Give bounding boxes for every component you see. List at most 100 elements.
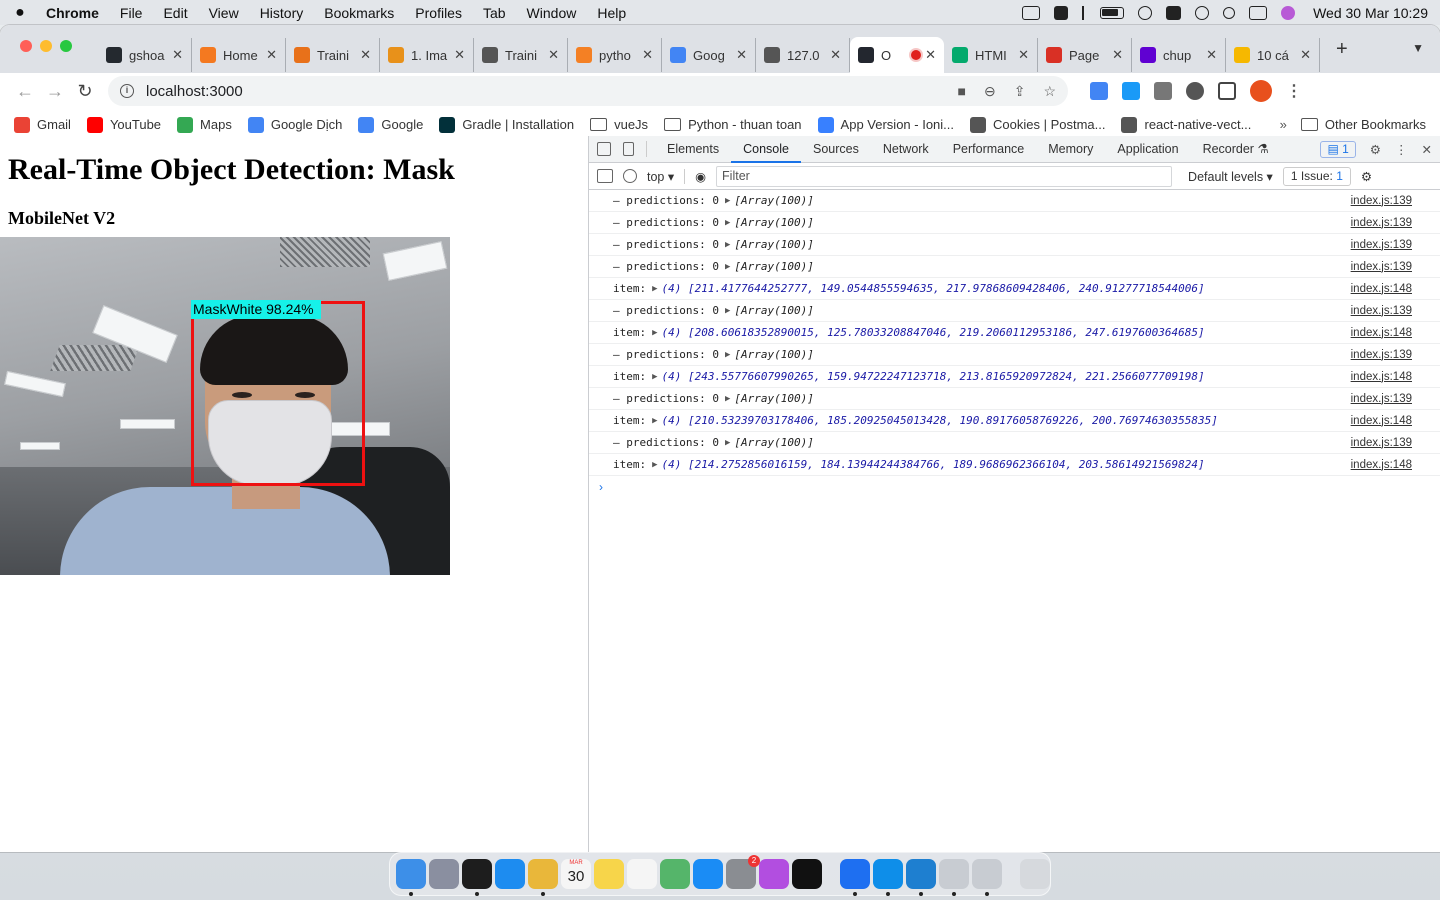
dock-app-apple-tv-icon[interactable] bbox=[792, 859, 822, 889]
input-source-icon[interactable] bbox=[1166, 5, 1182, 20]
dock-app-reminders-icon[interactable] bbox=[627, 859, 657, 889]
apple-menu-icon[interactable]: ● bbox=[12, 4, 28, 22]
spotlight-search-icon[interactable] bbox=[1223, 6, 1236, 19]
bookmark-item[interactable]: Google bbox=[358, 116, 423, 133]
tab-close-icon[interactable]: ✕ bbox=[172, 47, 183, 63]
bookmark-item[interactable]: Python - thuan toan bbox=[664, 117, 802, 132]
console-log-row[interactable]: item: ▶ (4) [208.60618352890015, 125.78033… bbox=[589, 322, 1440, 344]
devtools-tab[interactable]: Console bbox=[731, 136, 801, 163]
dock-app-finder-icon[interactable] bbox=[396, 859, 426, 896]
bookmark-star-icon[interactable]: ☆ bbox=[1043, 83, 1056, 100]
tab-close-icon[interactable]: ✕ bbox=[642, 47, 653, 63]
devtools-settings-gear-icon[interactable]: ⚙ bbox=[1370, 142, 1381, 157]
browser-tab[interactable]: pytho ✕ bbox=[568, 38, 662, 72]
dock-app-notes-icon[interactable] bbox=[594, 859, 624, 889]
bookmark-item[interactable]: Cookies | Postma... bbox=[970, 116, 1105, 133]
dock-app-trash-icon[interactable] bbox=[1020, 859, 1050, 889]
menu-tab[interactable]: Tab bbox=[483, 5, 506, 21]
devtools-close-icon[interactable]: ✕ bbox=[1422, 142, 1432, 157]
expand-triangle-icon[interactable]: ▶ bbox=[725, 262, 730, 272]
inspect-element-icon[interactable] bbox=[597, 142, 611, 156]
log-source-link[interactable]: index.js:139 bbox=[1351, 239, 1412, 251]
dock-app-podcasts-icon[interactable] bbox=[759, 859, 789, 889]
address-url[interactable]: localhost:3000 bbox=[146, 83, 243, 100]
expand-triangle-icon[interactable]: ▶ bbox=[725, 350, 730, 360]
tab-close-icon[interactable]: ✕ bbox=[454, 47, 465, 63]
dock-app-maps-icon[interactable] bbox=[660, 859, 690, 889]
menu-window[interactable]: Window bbox=[527, 5, 577, 21]
other-bookmarks[interactable]: Other Bookmarks bbox=[1300, 117, 1426, 132]
tab-close-icon[interactable]: ✕ bbox=[925, 47, 936, 63]
log-source-link[interactable]: index.js:148 bbox=[1351, 459, 1412, 471]
back-arrow-icon[interactable]: ← bbox=[10, 81, 40, 102]
console-filter-input[interactable]: Filter bbox=[716, 165, 1173, 187]
console-log-row[interactable]: – predictions: 0 ▶ [Array(100)] index.js:13… bbox=[589, 344, 1440, 366]
clear-console-icon[interactable] bbox=[623, 169, 637, 183]
google-translate-extension-icon[interactable] bbox=[1090, 82, 1108, 100]
bookmark-item[interactable]: Gradle | Installation bbox=[439, 116, 574, 133]
tab-close-icon[interactable]: ✕ bbox=[830, 47, 841, 63]
expand-triangle-icon[interactable]: ▶ bbox=[652, 416, 657, 426]
bookmark-item[interactable]: YouTube bbox=[86, 116, 161, 133]
console-log-row[interactable]: item: ▶ (4) [243.55776607990265, 159.94722… bbox=[589, 366, 1440, 388]
minimize-window-button[interactable] bbox=[40, 40, 52, 52]
devtools-more-icon[interactable]: ⋮ bbox=[1395, 142, 1408, 157]
expand-triangle-icon[interactable]: ▶ bbox=[725, 196, 730, 206]
browser-tab[interactable]: HTMI ✕ bbox=[944, 38, 1038, 72]
dock-app-zalo-icon[interactable] bbox=[840, 859, 870, 896]
expand-triangle-icon[interactable]: ▶ bbox=[725, 394, 730, 404]
menu-history[interactable]: History bbox=[260, 5, 304, 21]
log-source-link[interactable]: index.js:139 bbox=[1351, 349, 1412, 361]
dock-app-vs-code-icon[interactable] bbox=[906, 859, 936, 896]
context-selector[interactable]: top ▾ bbox=[647, 168, 686, 184]
console-prompt[interactable]: › bbox=[589, 476, 1440, 498]
browser-tab[interactable]: 1. Ima ✕ bbox=[380, 38, 474, 72]
devtools-tab[interactable]: Sources bbox=[801, 136, 871, 163]
browser-tab[interactable]: Traini ✕ bbox=[474, 38, 568, 72]
bookmark-item[interactable]: Google Dịch bbox=[247, 116, 342, 133]
menu-clock[interactable]: Wed 30 Mar 10:29 bbox=[1313, 5, 1428, 21]
expand-triangle-icon[interactable]: ▶ bbox=[652, 284, 657, 294]
menu-app-name[interactable]: Chrome bbox=[46, 5, 99, 21]
tab-close-icon[interactable]: ✕ bbox=[360, 47, 371, 63]
camera-icon[interactable]: ■ bbox=[958, 83, 966, 100]
devtools-tab[interactable]: Recorder ⚗ bbox=[1191, 136, 1281, 163]
tab-close-icon[interactable]: ✕ bbox=[1018, 47, 1029, 63]
dock-app-calendar-icon[interactable]: MAR 30 bbox=[561, 859, 591, 889]
dock-app-terminal-icon[interactable] bbox=[462, 859, 492, 896]
tab-close-icon[interactable]: ✕ bbox=[548, 47, 559, 63]
log-source-link[interactable]: index.js:139 bbox=[1351, 437, 1412, 449]
console-settings-gear-icon[interactable]: ⚙ bbox=[1361, 169, 1372, 184]
device-toolbar-icon[interactable] bbox=[623, 142, 634, 156]
console-log-row[interactable]: – predictions: 0 ▶ [Array(100)] index.js:13… bbox=[589, 388, 1440, 410]
user-status-icon[interactable] bbox=[1138, 5, 1153, 20]
log-source-link[interactable]: index.js:139 bbox=[1351, 305, 1412, 317]
bookmark-item[interactable]: react-native-vect... bbox=[1121, 116, 1251, 133]
log-source-link[interactable]: index.js:139 bbox=[1351, 217, 1412, 229]
browser-tab[interactable]: chup ✕ bbox=[1132, 38, 1226, 72]
browser-tab[interactable]: Goog ✕ bbox=[662, 38, 756, 72]
dock-app-app-store-icon[interactable] bbox=[693, 859, 723, 889]
browser-tab[interactable]: 10 cá ✕ bbox=[1226, 38, 1320, 72]
bookmark-item[interactable]: vueJs bbox=[590, 117, 648, 132]
browser-menu-icon[interactable]: ⋮ bbox=[1286, 81, 1302, 101]
dock-app-system-preferences-icon[interactable]: 2 bbox=[726, 855, 760, 889]
live-expression-eye-icon[interactable]: ◉ bbox=[695, 169, 706, 184]
bookmark-item[interactable]: Maps bbox=[177, 116, 232, 133]
tab-search-chevron-icon[interactable]: ▼ bbox=[1412, 41, 1424, 55]
profile-avatar[interactable] bbox=[1250, 80, 1272, 102]
bookmark-item[interactable]: Gmail bbox=[14, 116, 71, 133]
time-machine-icon[interactable] bbox=[1195, 5, 1210, 20]
console-log-row[interactable]: – predictions: 0 ▶ [Array(100)] index.js:13… bbox=[589, 432, 1440, 454]
menu-help[interactable]: Help bbox=[597, 5, 626, 21]
bookmark-item[interactable]: App Version - Ioni... bbox=[817, 116, 954, 133]
close-window-button[interactable] bbox=[20, 40, 32, 52]
dock-app-teamviewer-icon[interactable] bbox=[873, 859, 903, 896]
tab-close-icon[interactable]: ✕ bbox=[1206, 47, 1217, 63]
tab-close-icon[interactable]: ✕ bbox=[736, 47, 747, 63]
console-log-row[interactable]: item: ▶ (4) [211.4177644252777, 149.054485… bbox=[589, 278, 1440, 300]
address-bar[interactable]: i localhost:3000 ■ ⊖ ⇪ ☆ bbox=[108, 76, 1068, 106]
devtools-tab[interactable]: Elements bbox=[655, 136, 731, 163]
teamviewer-status-icon[interactable] bbox=[1022, 5, 1041, 20]
expand-triangle-icon[interactable]: ▶ bbox=[725, 306, 730, 316]
